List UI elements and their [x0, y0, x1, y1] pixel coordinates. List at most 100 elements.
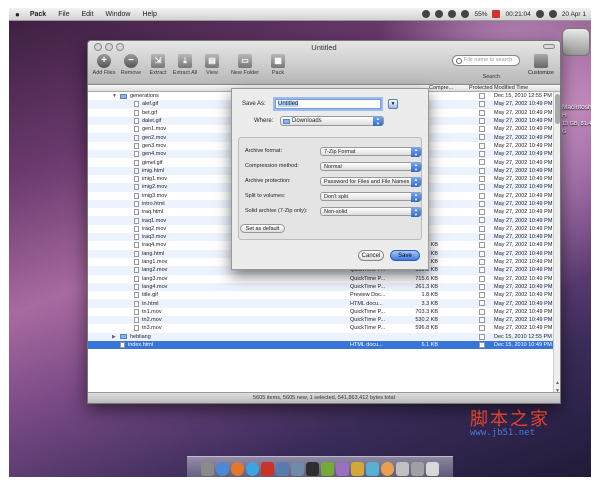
itunes-dock-icon[interactable] — [336, 462, 349, 476]
pack-button[interactable]: ▦ Pack — [266, 54, 290, 76]
cancel-button[interactable]: Cancel — [358, 250, 384, 261]
protected-checkbox[interactable] — [479, 283, 485, 290]
solid-archive-select[interactable]: Non-solid ▲ ▼ — [320, 206, 422, 217]
protected-checkbox[interactable] — [479, 175, 485, 182]
protected-checkbox[interactable] — [479, 217, 485, 224]
protected-checkbox[interactable] — [479, 200, 485, 207]
save-as-input[interactable]: Untitled — [275, 99, 381, 109]
app-menu[interactable]: Pack — [26, 11, 52, 18]
downloads-dock-icon[interactable] — [396, 462, 409, 476]
archiver-dock-icon[interactable] — [351, 462, 364, 476]
preview-dock-icon[interactable] — [291, 462, 304, 476]
toolbar-toggle-button[interactable] — [543, 44, 555, 49]
protected-checkbox[interactable] — [479, 142, 485, 149]
protected-checkbox[interactable] — [479, 258, 485, 265]
save-button[interactable]: Save — [390, 250, 420, 261]
protected-checkbox[interactable] — [479, 159, 485, 166]
split-volumes-select[interactable]: Don't split ▲ ▼ — [320, 191, 422, 202]
documents-dock-icon[interactable] — [411, 462, 424, 476]
hard-drive-icon[interactable] — [562, 28, 590, 56]
wifi-icon[interactable] — [535, 10, 544, 18]
protected-checkbox[interactable] — [479, 341, 485, 348]
spotlight-icon[interactable] — [548, 10, 557, 18]
protected-checkbox[interactable] — [479, 292, 485, 299]
app2-dock-icon[interactable] — [366, 462, 379, 476]
finder-dock-icon[interactable] — [201, 462, 214, 476]
search-input[interactable]: File name to search — [452, 55, 520, 66]
protected-checkbox[interactable] — [479, 275, 485, 282]
vertical-scrollbar[interactable]: ▲ ▼ — [553, 92, 560, 395]
chrome-dock-icon[interactable] — [246, 462, 259, 476]
view-button[interactable]: ▤ View — [200, 54, 224, 76]
menu-help[interactable]: Help — [136, 11, 162, 18]
protected-checkbox[interactable] — [479, 234, 485, 241]
protected-checkbox[interactable] — [479, 109, 485, 116]
disclosure-triangle-icon[interactable]: ▼ — [112, 93, 118, 99]
protected-checkbox[interactable] — [479, 184, 485, 191]
table-row[interactable]: lang3.mov QuickTime P... 715.6 KB May 27, 2… — [88, 275, 560, 283]
table-row[interactable]: tn.html HTML docu... 3.3 KB May 27, 2002 10… — [88, 299, 560, 308]
protected-checkbox[interactable] — [479, 126, 485, 133]
table-row[interactable]: tn2.mov QuickTime P... 530.2 KB May 27, 200… — [88, 316, 560, 325]
protected-checkbox[interactable] — [479, 308, 485, 315]
volume-icon[interactable] — [461, 10, 470, 18]
table-row[interactable]: index.html HTML docu... 6.1 KB Dec 15, 2010… — [88, 340, 560, 350]
timemachine-icon[interactable] — [435, 10, 444, 18]
calendar-dock-icon[interactable] — [261, 462, 274, 476]
firefox-dock-icon[interactable] — [231, 462, 244, 476]
app3-dock-icon[interactable] — [381, 462, 394, 476]
trash-dock-icon[interactable] — [426, 462, 439, 476]
mail-dock-icon[interactable] — [276, 462, 289, 476]
bluetooth-icon[interactable] — [422, 10, 431, 18]
battery-percent[interactable]: 55% — [474, 11, 487, 18]
protected-checkbox[interactable] — [479, 242, 485, 249]
protected-checkbox[interactable] — [479, 151, 485, 158]
protected-checkbox[interactable] — [479, 101, 485, 108]
archive-protection-select[interactable]: Password for Files and File Names ▲ ▼ — [320, 176, 422, 187]
table-row[interactable]: title.gif Preview Doc... 1.8 KB May 27, 200… — [88, 291, 560, 299]
table-row[interactable]: tn3.mov QuickTime P... 596.8 KB May 27, 200… — [88, 324, 560, 332]
extract-all-button[interactable]: ⤓ Extract All — [173, 54, 197, 76]
protected-checkbox[interactable] — [479, 317, 485, 324]
add-files-button[interactable]: + Add Files — [92, 54, 116, 76]
protected-checkbox[interactable] — [479, 225, 485, 232]
column-modified[interactable]: Modified Time — [494, 85, 528, 91]
protected-checkbox[interactable] — [479, 134, 485, 141]
compression-method-select[interactable]: Normal ▲ ▼ — [320, 161, 422, 172]
protected-checkbox[interactable] — [479, 167, 485, 174]
sync-icon[interactable] — [448, 10, 457, 18]
protected-checkbox[interactable] — [479, 325, 485, 332]
protected-checkbox[interactable] — [479, 333, 485, 340]
expand-dialog-button[interactable]: ▼ — [388, 99, 398, 109]
protected-checkbox[interactable] — [479, 192, 485, 199]
archive-format-select[interactable]: 7-Zip Format ▲ ▼ — [320, 146, 422, 157]
disclosure-triangle-icon[interactable]: ▶ — [112, 334, 118, 340]
protected-checkbox[interactable] — [479, 300, 485, 307]
menu-file[interactable]: File — [52, 11, 75, 18]
protected-checkbox[interactable] — [479, 250, 485, 257]
menu-edit[interactable]: Edit — [75, 11, 99, 18]
scrollbar-thumb[interactable] — [555, 94, 560, 124]
column-compression[interactable]: Compre... — [429, 85, 453, 91]
safari-dock-icon[interactable] — [216, 462, 229, 476]
table-row[interactable]: tn1.mov QuickTime P... 703.3 KB May 27, 200… — [88, 308, 560, 316]
protected-checkbox[interactable] — [479, 267, 485, 274]
column-protected[interactable]: Protected — [469, 85, 493, 91]
apple-icon[interactable]: ● — [9, 10, 26, 19]
clock[interactable]: 00:21:04 — [505, 11, 530, 18]
new-folder-button[interactable]: ▭ New Folder — [231, 54, 259, 76]
extract-button[interactable]: ⇲ Extract — [146, 54, 170, 76]
terminal-dock-icon[interactable] — [306, 462, 319, 476]
where-select[interactable]: Downloads ▲ ▼ — [280, 116, 384, 126]
flag-icon[interactable] — [492, 10, 501, 18]
scroll-up-arrow[interactable]: ▲ — [554, 380, 560, 387]
protected-checkbox[interactable] — [479, 93, 485, 99]
app-dock-icon[interactable] — [321, 462, 334, 476]
table-row[interactable]: ▶ hebliang Dec 15, 2010 12:55 PM — [88, 332, 560, 341]
remove-button[interactable]: − Remove — [119, 54, 143, 76]
set-as-default-button[interactable]: Set as default — [240, 224, 285, 233]
table-row[interactable]: lang4.mov QuickTime P... 261.3 KB May 27, 2… — [88, 282, 560, 292]
protected-checkbox[interactable] — [479, 209, 485, 216]
menu-window[interactable]: Window — [100, 11, 137, 18]
customize-button[interactable]: Customize — [528, 54, 554, 76]
